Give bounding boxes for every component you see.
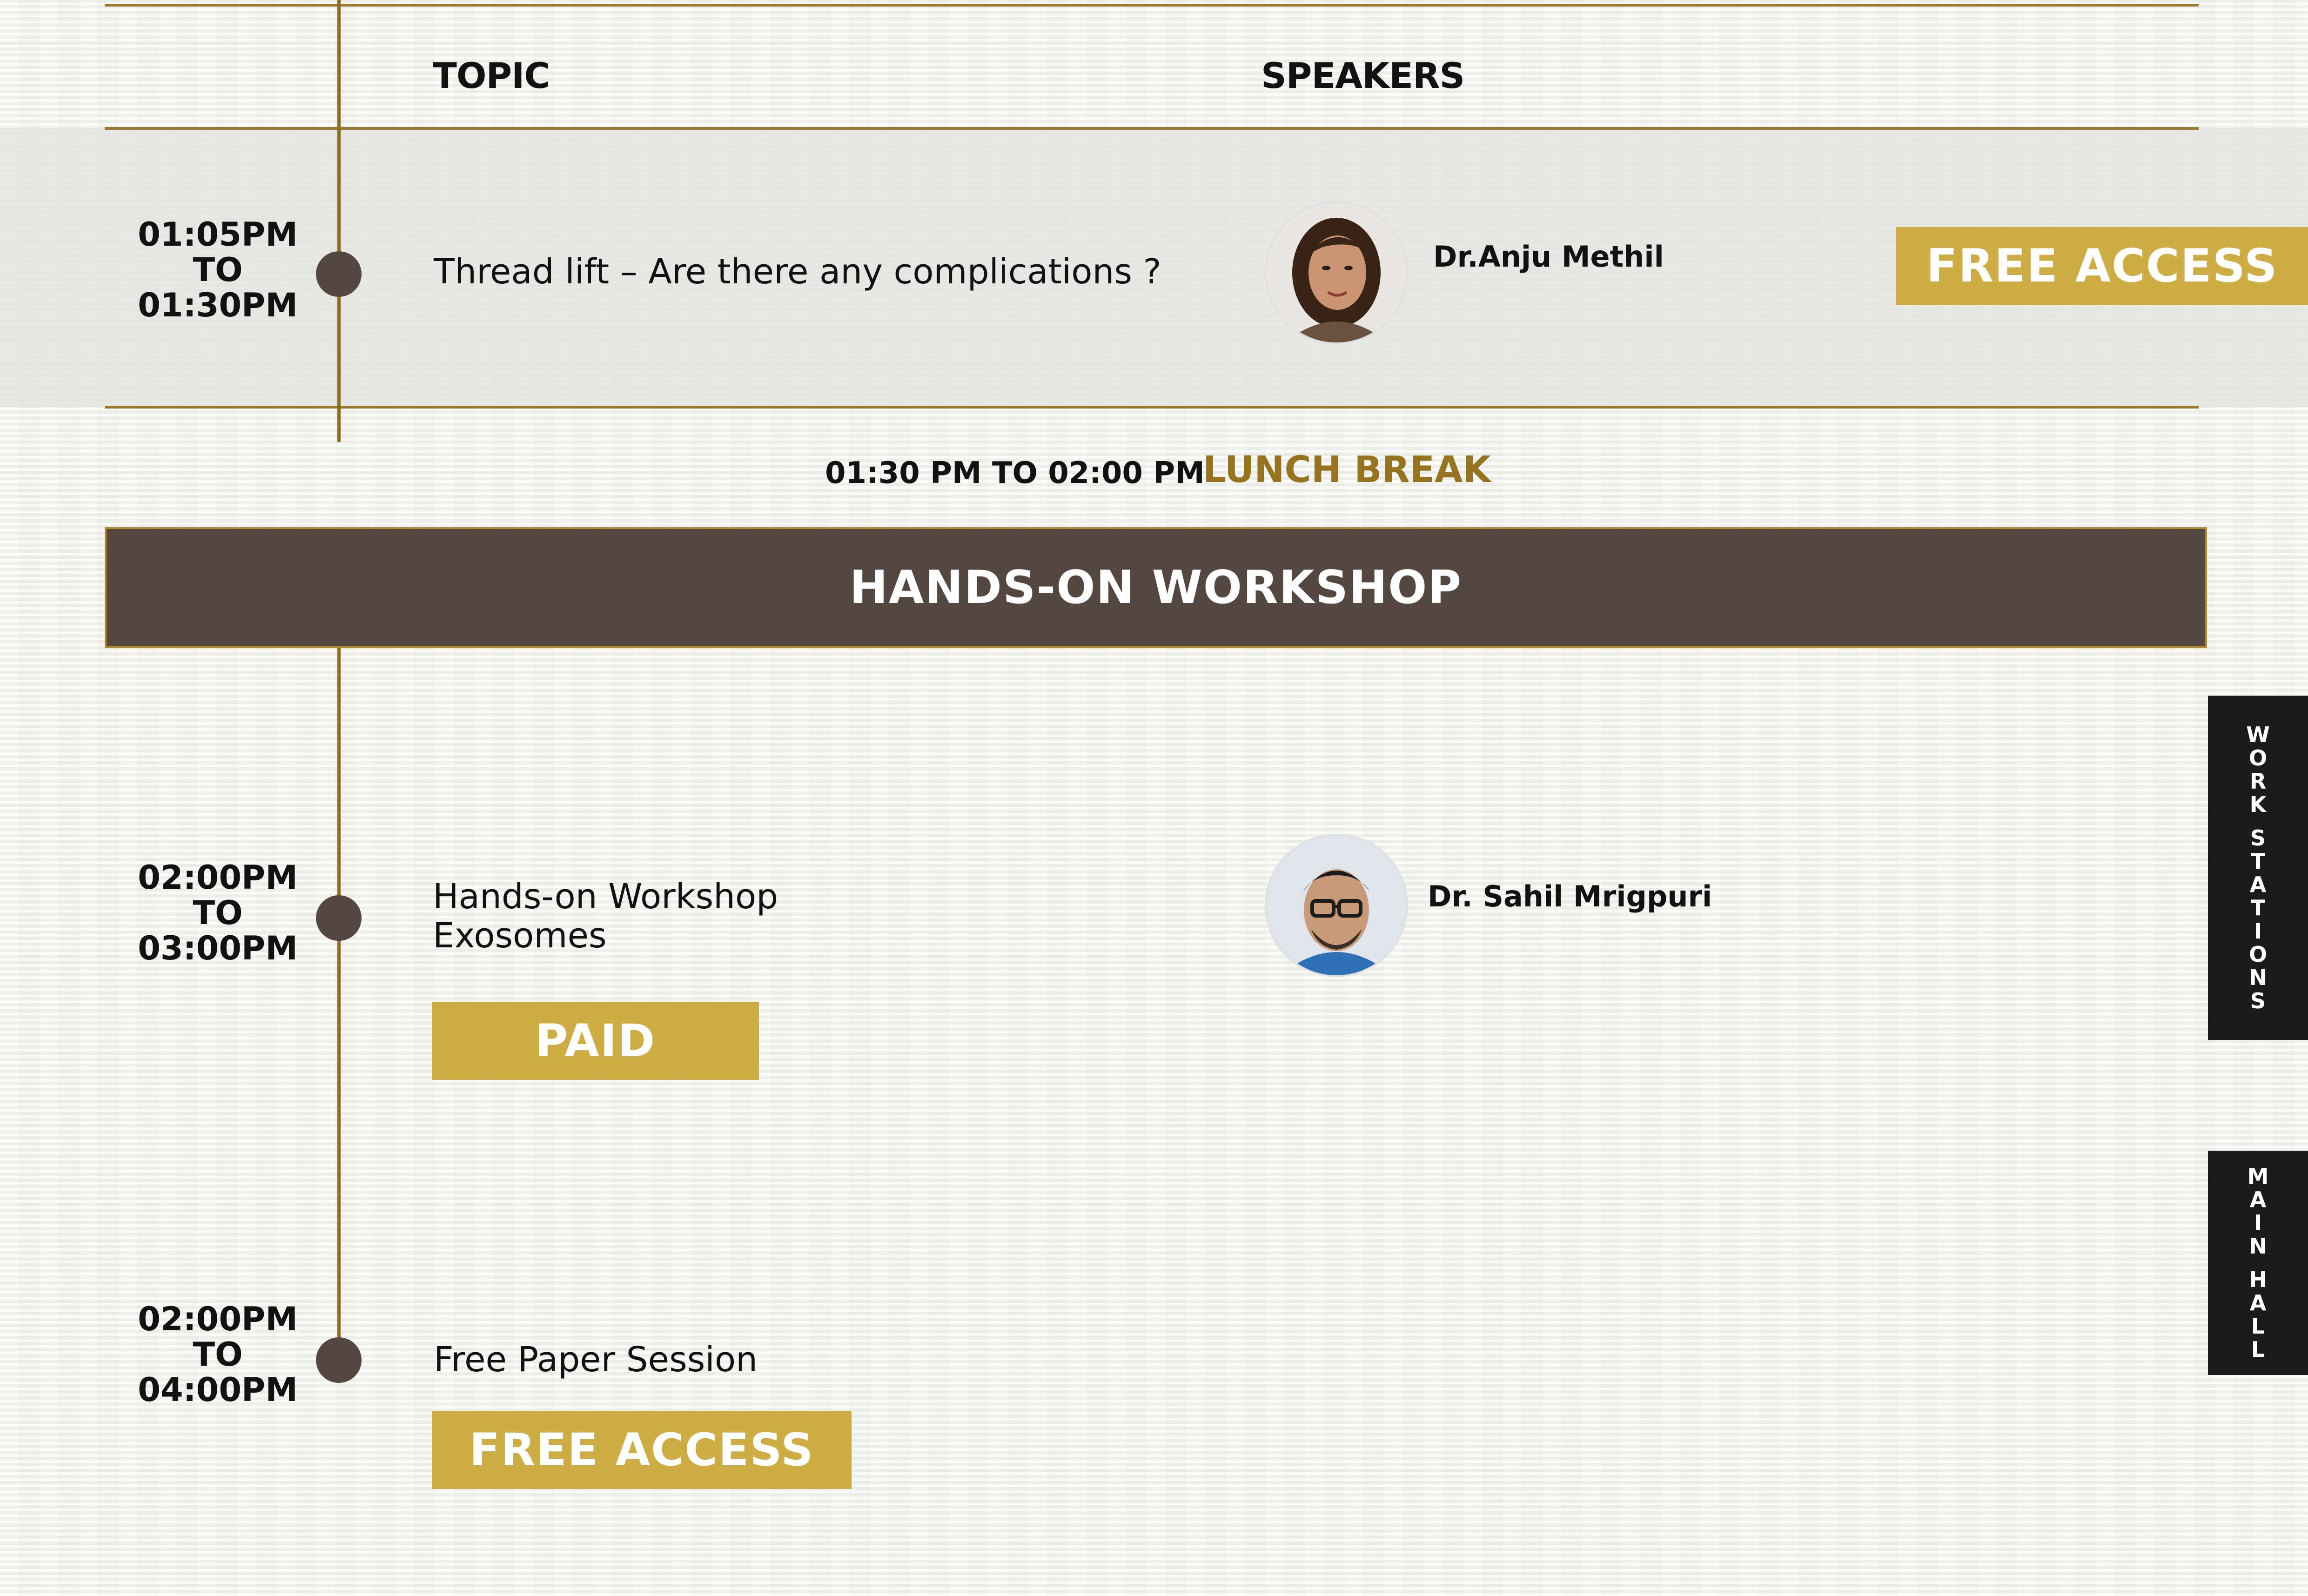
work-stations-tab: W O R K S T A T I O N S: [2208, 696, 2308, 1040]
tab-letter: O: [2248, 942, 2268, 967]
time-end: 04:00PM: [138, 1371, 298, 1409]
speaker-name: Dr.Anju Methil: [1433, 240, 1664, 274]
time-end: 03:00PM: [138, 929, 298, 967]
workshop-session-2-time: 02:00PM TO 04:00PM: [120, 1301, 315, 1408]
tab-letter: S: [2250, 988, 2266, 1013]
tab-letter: H: [2249, 1267, 2267, 1292]
workshop-banner-title: HANDS-ON WORKSHOP: [849, 561, 1463, 614]
timeline-dot: [316, 1337, 362, 1383]
lunch-time: 01:30 PM TO 02:00 PM: [825, 456, 1205, 490]
tab-letter: I: [2254, 919, 2262, 944]
tab-letter: A: [2249, 872, 2267, 897]
tab-letter: A: [2249, 1290, 2267, 1315]
topic-line-1: Hands-on Workshop: [433, 877, 778, 917]
session-divider: [105, 406, 2199, 409]
tab-letter: N: [2249, 1234, 2267, 1259]
workshop-session-1-time: 02:00PM TO 03:00PM: [120, 860, 315, 966]
tab-letter: R: [2249, 769, 2267, 794]
main-hall-tab: M A I N H A L L: [2208, 1151, 2308, 1375]
free-access-badge: FREE ACCESS: [1896, 227, 2308, 305]
time-end: 01:30PM: [138, 286, 298, 324]
timeline-line-top: [337, 0, 341, 442]
tab-letter: S: [2250, 825, 2266, 851]
time-to: TO: [193, 1335, 243, 1374]
speaker-avatar: [1265, 834, 1408, 977]
workshop-session-2-topic: Free Paper Session: [434, 1340, 758, 1380]
header-divider: [105, 127, 2199, 130]
speaker-avatar: [1265, 201, 1408, 344]
lunch-break-label: LUNCH BREAK: [1203, 449, 1491, 491]
workshop-session-1-topic: Hands-on Workshop Exosomes: [433, 877, 778, 955]
timeline-dot: [316, 895, 362, 941]
topic-column-header: TOPIC: [433, 55, 550, 96]
time-start: 01:05PM: [138, 215, 298, 254]
tab-letter: T: [2250, 895, 2266, 920]
tab-letter: I: [2254, 1210, 2262, 1235]
tab-letter: M: [2247, 1164, 2269, 1189]
session-1-topic: Thread lift – Are there any complication…: [434, 252, 1161, 292]
timeline-dot: [316, 251, 362, 297]
tab-letter: L: [2251, 1314, 2265, 1339]
time-to: TO: [193, 894, 243, 932]
speaker-photo-icon: [1267, 203, 1406, 342]
tab-letter: T: [2250, 849, 2266, 874]
tab-letter: L: [2251, 1337, 2265, 1362]
speakers-column-header: SPEAKERS: [1261, 55, 1465, 96]
workshop-banner: HANDS-ON WORKSHOP: [105, 527, 2207, 648]
tab-letter: K: [2249, 792, 2267, 817]
tab-letter: A: [2249, 1187, 2267, 1212]
time-to: TO: [193, 251, 243, 289]
topic-line-2: Exosomes: [433, 916, 607, 956]
time-start: 02:00PM: [138, 858, 298, 897]
speaker-name: Dr. Sahil Mrigpuri: [1428, 879, 1712, 913]
tab-letter: W: [2246, 722, 2270, 747]
session-1-time: 01:05PM TO 01:30PM: [120, 217, 315, 323]
top-rule: [105, 4, 2199, 7]
free-access-badge: FREE ACCESS: [432, 1411, 852, 1489]
tab-letter: O: [2248, 745, 2268, 771]
speaker-photo-icon: [1267, 836, 1406, 975]
time-start: 02:00PM: [138, 1300, 298, 1338]
paid-badge: PAID: [432, 1002, 759, 1080]
timeline-line-bottom: [337, 648, 341, 1365]
tab-letter: N: [2249, 965, 2267, 990]
